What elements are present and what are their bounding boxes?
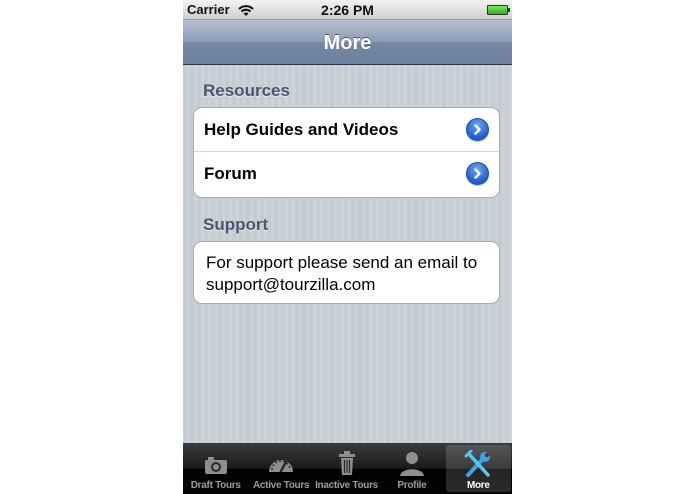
tab-draft-tours[interactable]: Draft Tours xyxy=(183,443,248,494)
section-header-resources: Resources xyxy=(203,81,290,100)
section-header-support: Support xyxy=(203,215,269,234)
tab-bar: Draft Tours Active Tours Inactive Tours xyxy=(183,443,512,494)
tab-label: Draft Tours xyxy=(190,480,241,491)
resources-group: Help Guides and Videos Forum xyxy=(193,107,500,198)
trash-icon xyxy=(338,451,355,475)
tab-profile[interactable]: Profile xyxy=(379,443,444,494)
tab-label: Inactive Tours xyxy=(315,480,378,491)
tab-inactive-tours[interactable]: Inactive Tours xyxy=(314,443,379,494)
page-title: More xyxy=(323,32,372,54)
tab-label: Active Tours xyxy=(252,480,310,491)
disclosure-chevron-icon[interactable] xyxy=(466,118,489,141)
disclosure-chevron-icon[interactable] xyxy=(466,162,489,185)
cell-label: Help Guides and Videos xyxy=(204,120,399,139)
tab-label: More xyxy=(466,480,490,491)
grouped-table-view[interactable]: Resources Help Guides and Videos Forum S… xyxy=(183,65,512,443)
battery-icon xyxy=(487,5,510,15)
tab-active-tours[interactable]: Active Tours xyxy=(248,443,313,494)
phone-screen: Carrier 2:26 PM More Resources Help Guid… xyxy=(183,0,512,494)
person-icon xyxy=(399,452,424,476)
support-message: For support please send an email to supp… xyxy=(206,253,478,294)
support-group: For support please send an email to supp… xyxy=(193,241,500,304)
cell-label: Forum xyxy=(204,164,257,183)
cell-forum[interactable]: Forum xyxy=(194,152,499,196)
status-bar: Carrier 2:26 PM xyxy=(183,0,512,20)
cell-help-guides[interactable]: Help Guides and Videos xyxy=(194,108,499,152)
tab-more[interactable]: More xyxy=(445,445,512,492)
navigation-bar: More xyxy=(183,20,512,65)
tab-label: Profile xyxy=(397,480,427,491)
tools-icon xyxy=(464,450,491,477)
clock: 2:26 PM xyxy=(321,2,374,18)
camera-icon xyxy=(204,457,227,474)
speedometer-icon xyxy=(269,460,294,473)
